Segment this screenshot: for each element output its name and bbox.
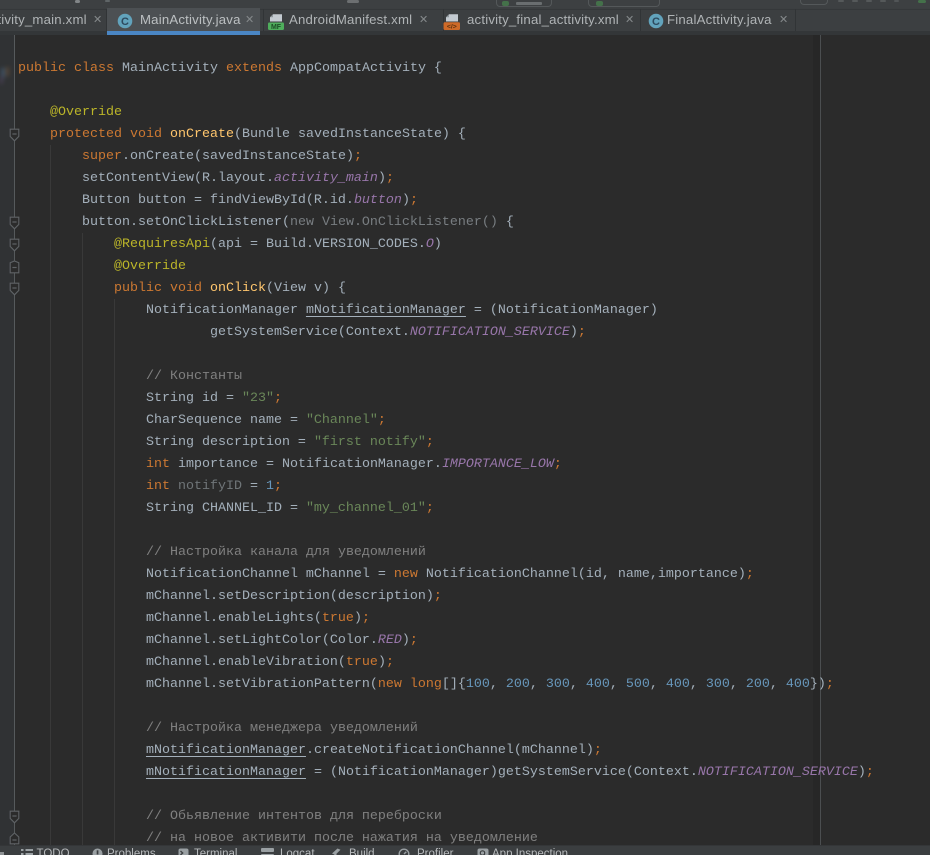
svg-text:</>: </> — [447, 23, 457, 30]
svg-text:MF: MF — [271, 23, 282, 30]
svg-text:C: C — [121, 16, 129, 28]
svg-text:C: C — [652, 16, 660, 28]
